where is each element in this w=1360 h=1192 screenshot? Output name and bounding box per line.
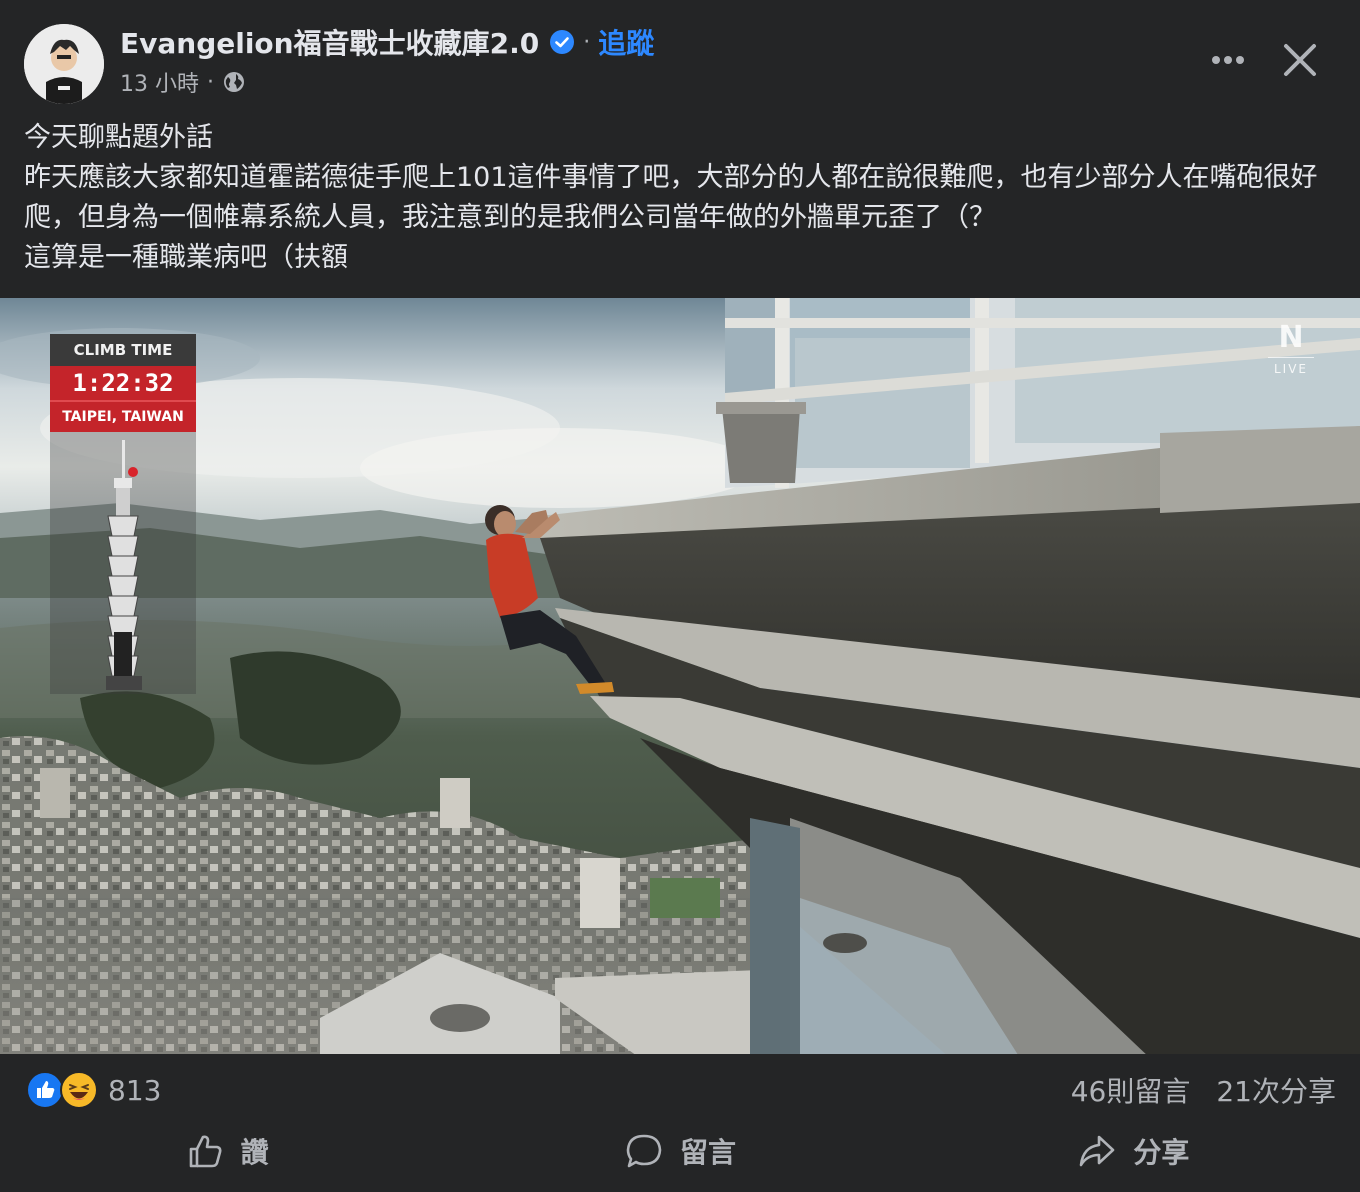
comment-button[interactable]: 留言 xyxy=(453,1131,906,1171)
like-label: 讚 xyxy=(240,1136,269,1169)
follow-button[interactable]: 追蹤 xyxy=(598,22,654,62)
post-timestamp[interactable]: 13 小時 xyxy=(120,66,199,98)
share-label: 分享 xyxy=(1133,1136,1190,1169)
thumbs-up-icon xyxy=(189,1135,222,1168)
engagement-stats: 46則留言 21次分享 xyxy=(1071,1070,1336,1110)
close-icon xyxy=(1284,44,1316,76)
globe-icon[interactable] xyxy=(222,70,246,94)
action-bar: 讚 留言 分享 xyxy=(0,1120,1360,1182)
overlay-title: CLIMB TIME xyxy=(50,334,196,366)
author-avatar[interactable] xyxy=(24,24,104,104)
netflix-logo: N LIVE xyxy=(1268,320,1314,376)
reaction-count: 813 xyxy=(108,1073,162,1107)
author-name[interactable]: Evangelion福音戰士收藏庫2.0 xyxy=(120,22,539,62)
haha-icon xyxy=(60,1071,98,1109)
climb-time-overlay: CLIMB TIME 1:22:32 TAIPEI, TAIWAN xyxy=(50,334,196,694)
share-icon xyxy=(1080,1135,1115,1167)
author-line: Evangelion福音戰士收藏庫2.0 · 追蹤 xyxy=(120,22,654,62)
post-line-1: 今天聊點題外話 xyxy=(24,122,213,153)
like-button[interactable]: 讚 xyxy=(0,1131,453,1171)
overlay-location: TAIPEI, TAIWAN xyxy=(50,400,196,432)
comment-count[interactable]: 46則留言 xyxy=(1071,1070,1191,1110)
separator-dot: · xyxy=(583,29,591,55)
more-options-button[interactable] xyxy=(1200,40,1256,80)
like-icon xyxy=(26,1071,64,1109)
post-line-2: 昨天應該大家都知道霍諾德徒手爬上101這件事情了吧，大部分的人都在說很難爬，也有… xyxy=(24,162,1318,233)
close-button[interactable] xyxy=(1276,36,1324,84)
post-body: 今天聊點題外話 昨天應該大家都知道霍諾德徒手爬上101這件事情了吧，大部分的人都… xyxy=(24,118,1340,278)
post-header: Evangelion福音戰士收藏庫2.0 · 追蹤 13 小時 · xyxy=(0,0,1360,110)
logo-divider xyxy=(1268,357,1314,358)
post-photo[interactable]: CLIMB TIME 1:22:32 TAIPEI, TAIWAN N LIVE xyxy=(0,298,1360,1054)
comment-icon xyxy=(626,1134,662,1168)
meta-separator: · xyxy=(207,69,214,95)
verified-badge-icon xyxy=(549,29,575,55)
post-meta: 13 小時 · xyxy=(120,66,246,98)
live-label: LIVE xyxy=(1273,362,1308,376)
taipei-101-icon xyxy=(106,440,142,690)
post-line-3: 這算是一種職業病吧（扶額 xyxy=(24,242,348,273)
reaction-summary[interactable]: 813 xyxy=(26,1068,161,1112)
share-count[interactable]: 21次分享 xyxy=(1216,1070,1336,1110)
share-button[interactable]: 分享 xyxy=(907,1131,1360,1171)
overlay-time: 1:22:32 xyxy=(50,366,196,400)
tower-progress-graphic xyxy=(50,432,196,694)
more-dots-icon xyxy=(1212,56,1244,64)
netflix-n: N xyxy=(1278,320,1304,355)
comment-label: 留言 xyxy=(679,1136,736,1169)
